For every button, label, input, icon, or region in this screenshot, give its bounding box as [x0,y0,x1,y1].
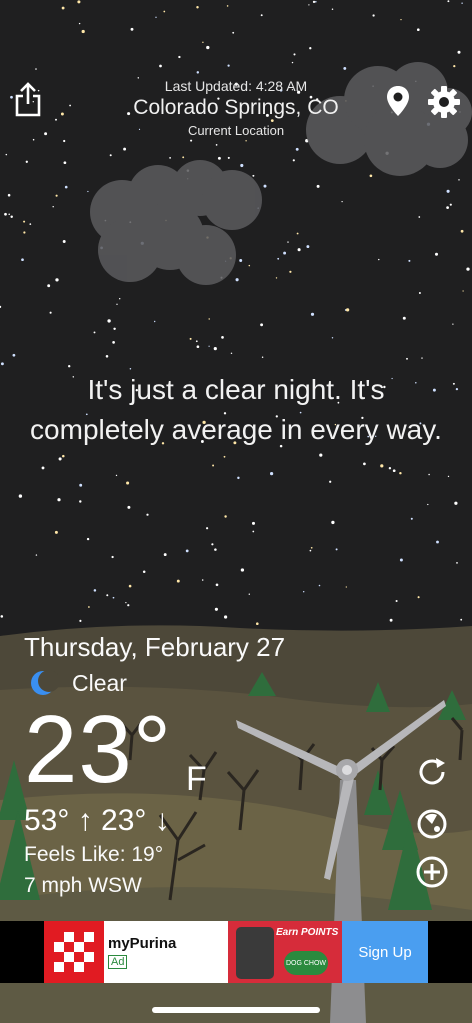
moon-icon [31,670,58,695]
weather-screen: Last Updated: 4:28 AM Colorado Springs, … [0,0,472,1023]
phone-image [236,927,274,979]
ad-brand: myPurina [108,935,177,952]
add-location-button[interactable] [414,854,450,890]
refresh-icon [419,758,445,785]
location-button[interactable] [384,84,412,118]
ad-content[interactable]: myPurina Ad Earn POINTS DOG CHOW Sign Up [44,921,428,983]
promo-title: Earn POINTS [276,927,339,938]
sign-up-button[interactable]: Sign Up [342,921,428,983]
purina-logo [44,921,104,983]
gear-icon [428,86,460,118]
current-location-label: Current Location [187,123,285,138]
radar-button[interactable] [414,806,450,842]
condition-label: Clear [72,670,127,696]
high-low-temperature: 53° ↑ 23° ↓ [24,804,170,837]
promo-product: DOG CHOW [284,951,328,975]
temperature-unit[interactable]: F [186,760,207,799]
ad-badge: Ad [108,955,128,969]
home-indicator[interactable] [152,1007,320,1013]
current-temperature: 23° [24,696,173,803]
ad-text: myPurina Ad [104,921,228,983]
ad-promo-image: Earn POINTS DOG CHOW [228,921,342,983]
settings-button[interactable] [426,84,462,120]
ad-banner[interactable]: myPurina Ad Earn POINTS DOG CHOW Sign Up [0,921,472,983]
checkerboard-logo-icon [54,932,94,972]
add-icon [416,856,448,888]
refresh-button[interactable] [414,754,450,790]
landscape [0,625,472,1023]
location-pin-icon [387,86,409,116]
wind-speed: 7 mph WSW [24,874,142,897]
date-label: Thursday, February 27 [24,632,286,662]
weather-message: It's just a clear night. It's completely… [30,374,442,445]
radar-icon [417,809,447,839]
feels-like: Feels Like: 19° [24,843,164,866]
